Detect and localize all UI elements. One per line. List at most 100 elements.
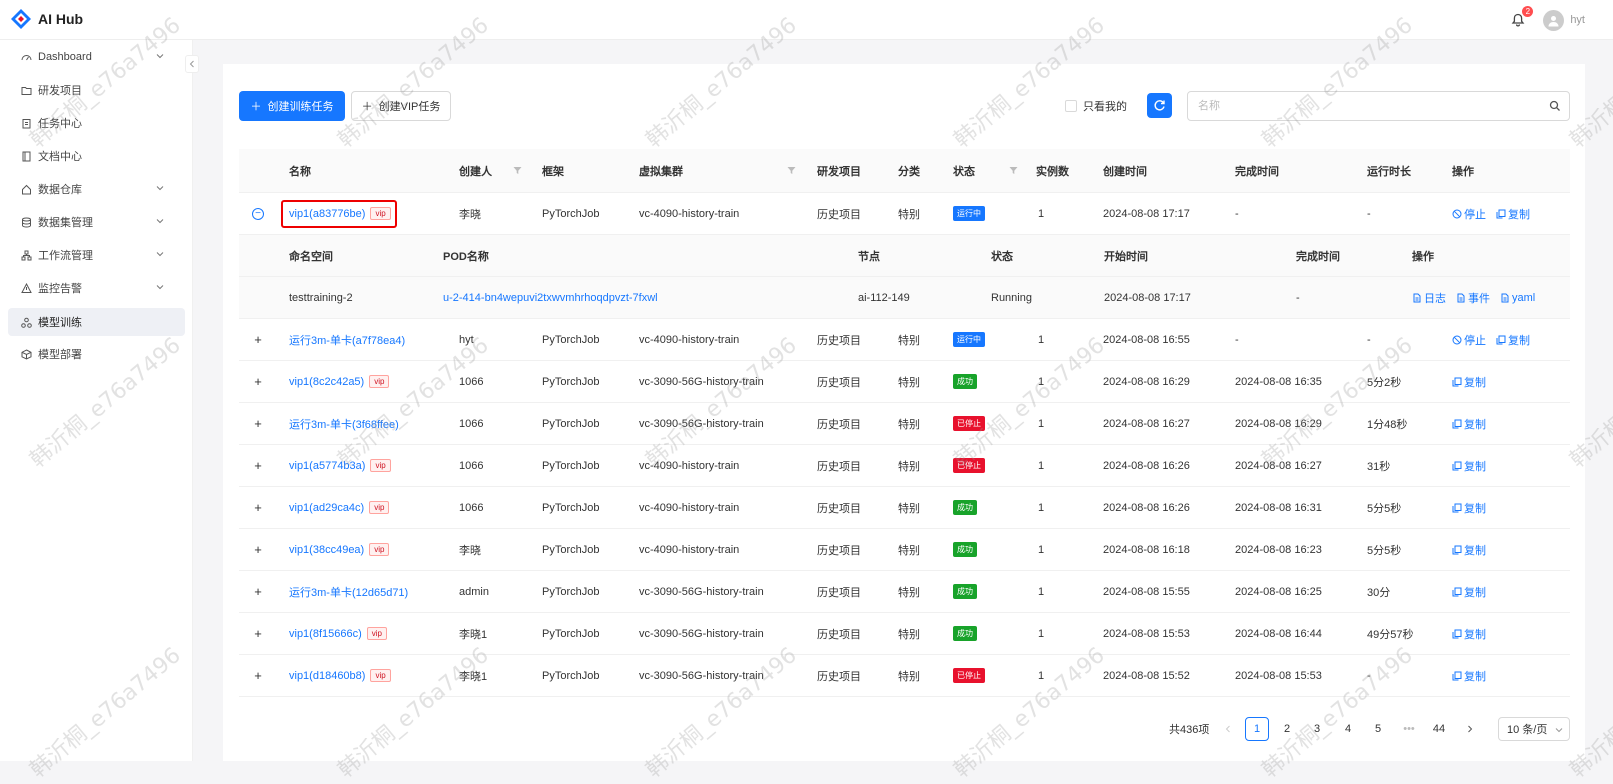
category-cell: 特别 <box>898 502 920 515</box>
page-44[interactable]: 44 <box>1427 717 1451 741</box>
col-duration: 运行时长 <box>1367 165 1411 178</box>
task-name-link[interactable]: vip1(8f15666c) <box>289 628 362 640</box>
task-name-cell: vip1(d18460b8) vip <box>289 655 391 696</box>
copy-button[interactable]: 复制 <box>1452 374 1486 390</box>
task-name-link[interactable]: 运行3m-单卡(a7f78ea4) <box>289 332 405 348</box>
sidebar-item-model-deploy[interactable]: 模型部署 <box>8 340 185 368</box>
status-badge: 已停止 <box>953 416 985 431</box>
plus-icon: ＋ <box>361 101 373 113</box>
instances-cell: 1 <box>1038 375 1045 388</box>
stop-button[interactable]: 停止 <box>1452 332 1486 348</box>
log-icon <box>1413 293 1421 302</box>
sidebar-item-data-warehouse[interactable]: 数据仓库 <box>8 175 185 203</box>
expand-row-button[interactable]: + <box>252 332 264 347</box>
sidebar-item-model-training[interactable]: 模型训练 <box>8 308 185 336</box>
filter-icon[interactable] <box>1009 166 1018 175</box>
duration-cell: 31秒 <box>1367 460 1391 473</box>
expand-row-button[interactable]: + <box>252 584 264 599</box>
copy-button[interactable]: 复制 <box>1496 332 1530 348</box>
task-name-link[interactable]: vip1(a5774b3a) <box>289 460 365 472</box>
sidebar-item-dashboard[interactable]: Dashboard <box>8 43 185 71</box>
task-name-link[interactable]: 运行3m-单卡(3f68ffee) <box>289 416 399 432</box>
only-mine-checkbox[interactable]: 只看我的 <box>1065 98 1127 114</box>
copy-button[interactable]: 复制 <box>1452 458 1486 474</box>
category-cell: 特别 <box>898 460 920 473</box>
task-name-link[interactable]: vip1(8c2c42a5) <box>289 376 364 388</box>
col-creator: 创建人 <box>459 149 492 192</box>
task-name-cell: 运行3m-单卡(a7f78ea4) <box>289 319 405 360</box>
filter-icon[interactable] <box>787 166 796 175</box>
status-cell: 运行中 <box>953 193 985 234</box>
copy-icon <box>1452 503 1462 512</box>
cluster-cell: vc-4090-history-train <box>639 501 740 514</box>
page-4[interactable]: 4 <box>1336 717 1360 741</box>
creator-cell: 李晓 <box>459 208 481 221</box>
page-2[interactable]: 2 <box>1275 717 1299 741</box>
only-mine-label: 只看我的 <box>1083 101 1127 113</box>
copy-button[interactable]: 复制 <box>1452 584 1486 600</box>
notification-button[interactable]: 2 <box>1507 6 1534 31</box>
expand-row-button[interactable]: + <box>252 374 264 389</box>
expand-row-button[interactable]: + <box>252 458 264 473</box>
creator-cell: 李晓1 <box>459 628 488 641</box>
copy-button[interactable]: 复制 <box>1452 542 1486 558</box>
framework-cell: PyTorchJob <box>542 333 600 346</box>
create-task-button[interactable]: ＋ 创建训练任务 <box>239 91 345 121</box>
copy-button[interactable]: 复制 <box>1452 668 1486 684</box>
stop-button[interactable]: 停止 <box>1452 206 1486 222</box>
task-name-link[interactable]: vip1(ad29ca4c) <box>289 502 364 514</box>
expand-row-button[interactable]: + <box>252 626 264 641</box>
sidebar-item-label: 研发项目 <box>38 85 82 97</box>
next-page-button[interactable] <box>1458 717 1482 741</box>
copy-button[interactable]: 复制 <box>1496 206 1530 222</box>
search-icon[interactable] <box>1549 100 1561 112</box>
yaml-button[interactable]: yaml <box>1500 292 1535 304</box>
copy-button[interactable]: 复制 <box>1452 626 1486 642</box>
events-button[interactable]: 事件 <box>1456 290 1490 306</box>
expand-row-button[interactable]: + <box>252 416 264 431</box>
filter-icon[interactable] <box>513 166 522 175</box>
framework-cell: PyTorchJob <box>542 501 600 514</box>
page-size-select[interactable]: 10 条/页 <box>1498 717 1570 741</box>
task-name-link[interactable]: vip1(38cc49ea) <box>289 544 364 556</box>
create-vip-task-button[interactable]: ＋ 创建VIP任务 <box>351 91 451 121</box>
finished-cell: 2024-08-08 16:35 <box>1235 375 1322 388</box>
copy-label: 复制 <box>1464 376 1486 389</box>
logs-button[interactable]: 日志 <box>1412 290 1446 306</box>
expand-row-button[interactable]: + <box>252 500 264 515</box>
search-input[interactable] <box>1188 92 1528 120</box>
task-name-cell: vip1(8c2c42a5) vip <box>289 361 390 402</box>
namespace-cell: testtraining-2 <box>289 291 353 304</box>
page-1[interactable]: 1 <box>1245 717 1269 741</box>
col-creator-label: 创建人 <box>459 165 492 178</box>
refresh-button[interactable] <box>1147 93 1172 118</box>
pod-name-link[interactable]: u-2-414-bn4wepuvi2txwvmhrhoqdpvzt-7fxwl <box>443 292 658 304</box>
prev-page-button[interactable] <box>1216 717 1240 741</box>
expand-row-button[interactable]: + <box>252 668 264 683</box>
cluster-icon <box>20 316 32 328</box>
checkbox[interactable] <box>1065 100 1077 112</box>
app-logo[interactable]: AI Hub <box>10 8 83 30</box>
sidebar-item-docs[interactable]: 文档中心 <box>8 142 185 170</box>
cluster-cell: vc-4090-history-train <box>639 207 740 220</box>
sidebar-collapse-button[interactable] <box>185 55 199 73</box>
sidebar-item-monitoring[interactable]: 监控告警 <box>8 274 185 302</box>
user-menu[interactable]: hyt <box>1543 9 1585 31</box>
actions-cell: 停止 复制 <box>1452 193 1540 234</box>
expand-row-button[interactable]: + <box>252 542 264 557</box>
copy-button[interactable]: 复制 <box>1452 416 1486 432</box>
page-ellipsis[interactable]: ••• <box>1397 717 1421 741</box>
task-name-link[interactable]: vip1(d18460b8) <box>289 670 365 682</box>
sidebar-item-task-center[interactable]: 任务中心 <box>8 109 185 137</box>
task-name-link[interactable]: 运行3m-单卡(12d65d71) <box>289 584 408 600</box>
copy-button[interactable]: 复制 <box>1452 500 1486 516</box>
page-5[interactable]: 5 <box>1366 717 1390 741</box>
task-name-cell: vip1(a5774b3a) vip <box>289 445 391 486</box>
sidebar-item-workflow[interactable]: 工作流管理 <box>8 241 185 269</box>
framework-cell: PyTorchJob <box>542 375 600 388</box>
page-3[interactable]: 3 <box>1305 717 1329 741</box>
copy-label: 复制 <box>1464 586 1486 599</box>
collapse-row-button[interactable]: − <box>252 207 264 220</box>
sidebar-item-datasets[interactable]: 数据集管理 <box>8 208 185 236</box>
sidebar-item-projects[interactable]: 研发项目 <box>8 76 185 104</box>
